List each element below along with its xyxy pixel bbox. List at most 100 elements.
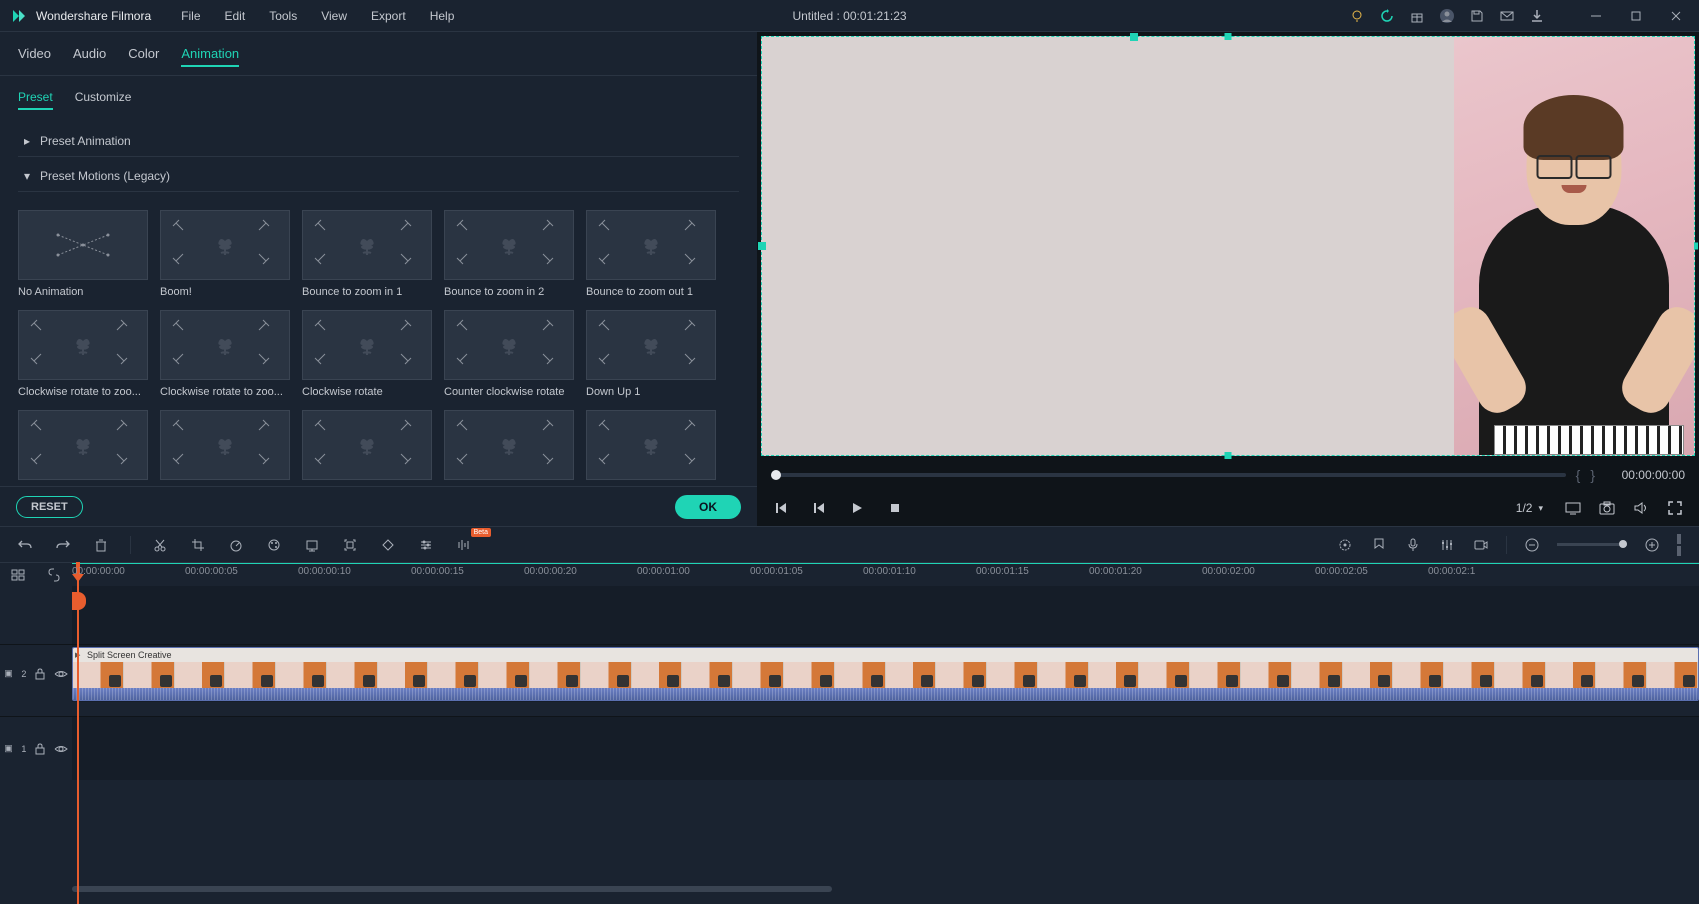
preset-item[interactable]: Bounce to zoom in 2 (444, 210, 574, 298)
mark-in-icon[interactable]: { (1576, 467, 1581, 483)
close-button[interactable] (1663, 3, 1689, 29)
preset-item[interactable]: Clockwise rotate (302, 310, 432, 398)
preset-item[interactable]: Boom! (160, 210, 290, 298)
app-logo-icon (10, 7, 28, 25)
download-icon[interactable] (1529, 8, 1545, 24)
reset-button[interactable]: RESET (16, 496, 83, 518)
preset-item[interactable]: Bounce to zoom out 1 (586, 210, 716, 298)
preset-item[interactable]: Down Up 2 (18, 410, 148, 486)
preset-item[interactable]: Down Up 1 (586, 310, 716, 398)
chevron-down-icon: ▾ (1538, 503, 1543, 514)
section-preset-motions[interactable]: ▾ Preset Motions (Legacy) (18, 161, 739, 192)
adjust-icon[interactable] (417, 536, 435, 554)
preset-thumbnail (160, 410, 290, 480)
preview-quality-select[interactable]: 1/2 ▾ (1510, 499, 1549, 517)
preset-item[interactable]: No Animation (18, 210, 148, 298)
scrub-track[interactable] (771, 473, 1566, 477)
clip-thumb-frame (1546, 662, 1597, 688)
link-icon[interactable] (47, 568, 61, 582)
green-screen-icon[interactable] (303, 536, 321, 554)
ruler-tick: 00:00:02:05 (1315, 566, 1368, 577)
zoom-out-icon[interactable] (1523, 536, 1541, 554)
preset-item[interactable]: Clockwise rotate to zoo... (18, 310, 148, 398)
prev-frame-button[interactable] (771, 498, 791, 518)
marker-icon[interactable] (1370, 536, 1388, 554)
app-name: Wondershare Filmora (36, 9, 151, 23)
play-backward-button[interactable] (809, 498, 829, 518)
crop-icon[interactable] (189, 536, 207, 554)
mark-out-icon[interactable]: } (1590, 467, 1595, 483)
video-track-2: ▣ 2 Split Screen Creative (0, 644, 1699, 702)
lock-icon[interactable] (35, 743, 45, 755)
eye-icon[interactable] (54, 669, 68, 679)
stop-button[interactable] (885, 498, 905, 518)
tab-animation[interactable]: Animation (181, 42, 239, 67)
minimize-button[interactable] (1583, 3, 1609, 29)
motion-tracking-icon[interactable] (341, 536, 359, 554)
menu-export[interactable]: Export (361, 5, 416, 27)
maximize-button[interactable] (1623, 3, 1649, 29)
preset-label: Counter clockwise rotate (444, 386, 574, 398)
mixer-icon[interactable] (1438, 536, 1456, 554)
audio-stretch-icon[interactable]: Beta (455, 536, 473, 554)
timeline-scrollbar[interactable] (72, 885, 1699, 893)
refresh-icon[interactable] (1379, 8, 1395, 24)
voiceover-icon[interactable] (1404, 536, 1422, 554)
marker-handle[interactable] (72, 592, 86, 610)
render-icon[interactable] (1336, 536, 1354, 554)
record-icon[interactable] (1472, 536, 1490, 554)
timeline-ruler[interactable]: 00:00:00:0000:00:00:0500:00:00:1000:00:0… (72, 563, 1699, 586)
section-preset-animation[interactable]: ▸ Preset Animation (18, 126, 739, 157)
menu-edit[interactable]: Edit (215, 5, 256, 27)
preset-item[interactable]: Fade Slide 4 (586, 410, 716, 486)
track-manager-icon[interactable] (11, 568, 25, 582)
eye-icon[interactable] (54, 744, 68, 754)
speed-icon[interactable] (227, 536, 245, 554)
sub-tab-customize[interactable]: Customize (75, 86, 132, 110)
preview-viewport[interactable] (761, 36, 1695, 456)
timeline-scale-icon[interactable] (1677, 534, 1683, 556)
menu-tools[interactable]: Tools (259, 5, 307, 27)
zoom-slider[interactable] (1557, 543, 1627, 546)
menu-view[interactable]: View (311, 5, 357, 27)
menu-file[interactable]: File (171, 5, 210, 27)
undo-icon[interactable] (16, 536, 34, 554)
delete-icon[interactable] (92, 536, 110, 554)
track-number: 1 (21, 744, 26, 754)
ruler-tick: 00:00:00:20 (524, 566, 577, 577)
preset-item[interactable]: Fade Slide 1 (160, 410, 290, 486)
save-icon[interactable] (1469, 8, 1485, 24)
redo-icon[interactable] (54, 536, 72, 554)
ok-button[interactable]: OK (675, 495, 741, 519)
display-mode-icon[interactable] (1563, 498, 1583, 518)
volume-icon[interactable] (1631, 498, 1651, 518)
lightbulb-icon[interactable] (1349, 8, 1365, 24)
preset-label: No Animation (18, 286, 148, 298)
tab-audio[interactable]: Audio (73, 42, 106, 67)
fullscreen-icon[interactable] (1665, 498, 1685, 518)
preset-item[interactable]: Clockwise rotate to zoo... (160, 310, 290, 398)
gift-icon[interactable] (1409, 8, 1425, 24)
tab-video[interactable]: Video (18, 42, 51, 67)
menu-help[interactable]: Help (420, 5, 465, 27)
clip-thumb-frame (987, 662, 1038, 688)
preset-item[interactable]: Fade Slide 3 (444, 410, 574, 486)
clip-thumb-frame (733, 662, 784, 688)
zoom-in-icon[interactable] (1643, 536, 1661, 554)
keyframe-icon[interactable] (379, 536, 397, 554)
sub-tab-preset[interactable]: Preset (18, 86, 53, 110)
play-button[interactable] (847, 498, 867, 518)
lock-icon[interactable] (35, 668, 45, 680)
track-index-icon: ▣ (4, 743, 13, 754)
cut-icon[interactable] (151, 536, 169, 554)
preset-item[interactable]: Counter clockwise rotate (444, 310, 574, 398)
preset-item[interactable]: Fade Slide 2 (302, 410, 432, 486)
snapshot-icon[interactable] (1597, 498, 1617, 518)
timeline-clip[interactable]: Split Screen Creative (72, 647, 1699, 701)
mail-icon[interactable] (1499, 8, 1515, 24)
avatar-icon[interactable] (1439, 8, 1455, 24)
color-icon[interactable] (265, 536, 283, 554)
preset-item[interactable]: Bounce to zoom in 1 (302, 210, 432, 298)
tab-color[interactable]: Color (128, 42, 159, 67)
preset-thumbnail (18, 210, 148, 280)
